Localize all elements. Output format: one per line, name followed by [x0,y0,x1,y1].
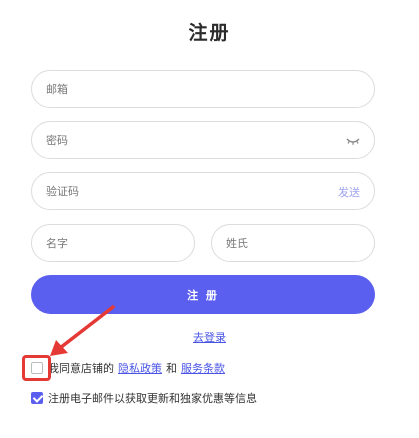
page-title: 注册 [188,22,231,44]
agree-terms-row: 我同意店铺的 隐私政策 和 服务条款 [31,360,229,376]
newsletter-label: 注册电子邮件以获取更新和独家优惠等信息 [48,392,257,405]
agree-and-text: 和 [166,362,177,375]
password-input[interactable] [32,122,374,158]
register-button[interactable]: 注 册 [31,275,375,314]
first-name-input[interactable] [32,225,194,261]
terms-of-service-link[interactable]: 服务条款 [181,360,225,376]
email-field[interactable] [31,70,375,108]
last-name-input[interactable] [212,225,374,261]
email-input[interactable] [32,71,374,107]
password-field[interactable] [31,121,375,159]
newsletter-checkbox[interactable] [31,392,43,404]
agree-terms-checkbox[interactable] [31,362,43,374]
last-name-field[interactable] [211,224,375,262]
verification-code-input[interactable] [32,173,374,209]
send-code-button[interactable]: 发送 [338,184,360,200]
first-name-field[interactable] [31,224,195,262]
verification-code-field[interactable]: 发送 [31,172,375,210]
eye-closed-icon[interactable] [346,133,360,147]
privacy-policy-link[interactable]: 隐私政策 [118,360,162,376]
agree-terms-prefix: 我同意店铺的 [48,362,114,375]
login-link[interactable]: 去登录 [0,329,419,345]
newsletter-row: 注册电子邮件以获取更新和独家优惠等信息 [31,390,257,406]
